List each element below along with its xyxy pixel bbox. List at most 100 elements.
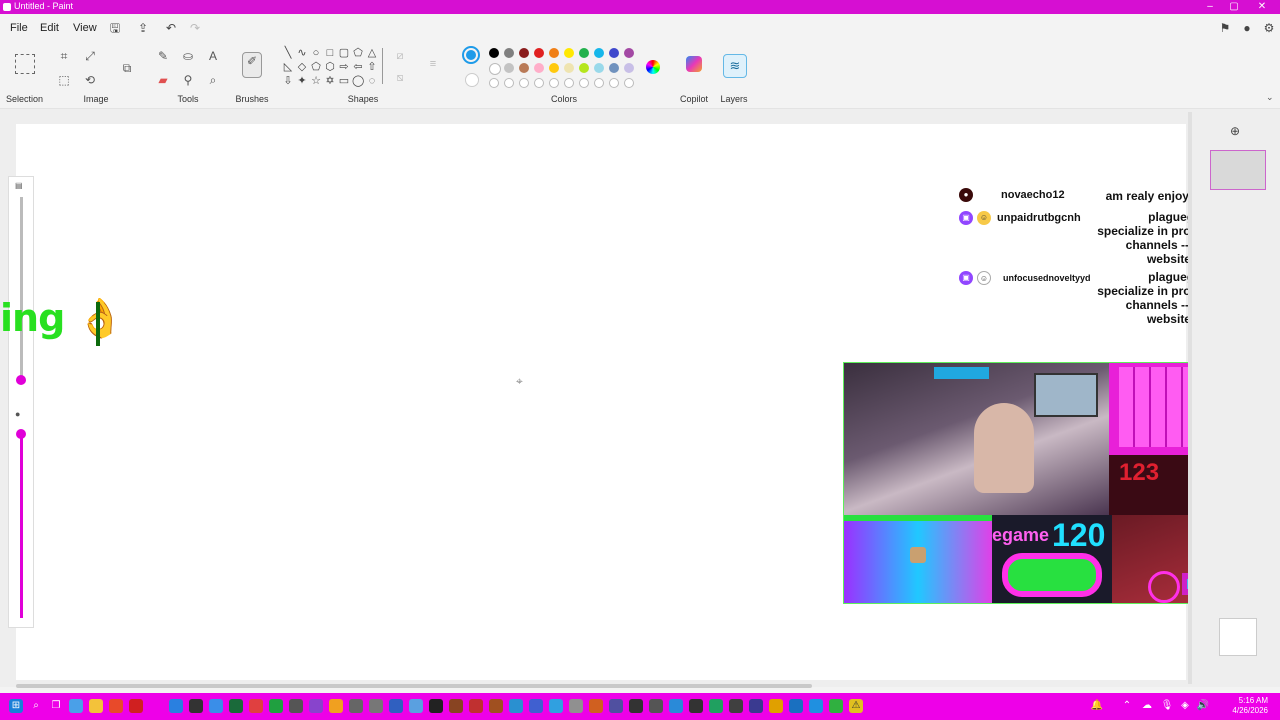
layers-icon[interactable]: ≋ [723, 54, 747, 78]
network-icon[interactable]: ◈ [1178, 699, 1192, 713]
app-icon-7[interactable] [249, 699, 263, 713]
fill-icon[interactable]: ⛀ [180, 48, 196, 64]
paint-taskbar-icon[interactable] [209, 699, 223, 713]
app-icon-20[interactable] [509, 699, 523, 713]
pencil-icon[interactable]: ✎ [155, 48, 171, 64]
app-icon-4[interactable] [169, 699, 183, 713]
menu-view[interactable]: View [73, 22, 97, 34]
app-icon-21[interactable] [529, 699, 543, 713]
custom-color-slot[interactable] [594, 78, 604, 88]
tray-expand-icon[interactable]: ⌃ [1120, 699, 1134, 713]
star-shape-icon[interactable]: ☆ [310, 75, 322, 87]
app-icon-2[interactable] [109, 699, 123, 713]
palette-swatch[interactable] [549, 63, 559, 73]
oval-callout-shape-icon[interactable]: ◯ [352, 75, 364, 87]
palette-swatch[interactable] [609, 63, 619, 73]
text-icon[interactable]: A [205, 48, 221, 64]
left-arrow-shape-icon[interactable]: ⇦ [352, 61, 364, 73]
rectangle-shape-icon[interactable]: □ [324, 47, 336, 59]
app-icon-19[interactable] [489, 699, 503, 713]
volume-icon[interactable]: 🔊 [1196, 699, 1210, 713]
primary-color-indicator[interactable] [462, 46, 480, 64]
app-icon-23[interactable] [569, 699, 583, 713]
app-icon-6[interactable] [229, 699, 243, 713]
layer-thumbnail[interactable] [1210, 150, 1266, 190]
app-icon-26[interactable] [629, 699, 643, 713]
palette-swatch[interactable] [579, 48, 589, 58]
resize-icon[interactable]: ⤢ [82, 48, 98, 64]
four-point-star-shape-icon[interactable]: ✦ [296, 75, 308, 87]
settings-icon[interactable]: ⚙ [1262, 21, 1276, 35]
file-explorer-icon[interactable] [89, 699, 103, 713]
undo-icon[interactable]: ↶ [164, 21, 178, 35]
palette-swatch[interactable] [504, 63, 514, 73]
pentagon-shape-icon[interactable]: ⬠ [310, 61, 322, 73]
add-layer-icon[interactable]: ⊕ [1230, 124, 1240, 138]
palette-swatch[interactable] [489, 63, 501, 75]
app-icon-27[interactable] [649, 699, 663, 713]
share-icon[interactable]: ⇪ [136, 21, 150, 35]
custom-color-slot[interactable] [564, 78, 574, 88]
rotate-icon[interactable]: ⟲ [82, 72, 98, 88]
slider-thumb-opacity[interactable] [16, 429, 26, 439]
custom-color-slot[interactable] [609, 78, 619, 88]
palette-swatch[interactable] [564, 48, 574, 58]
right-triangle-shape-icon[interactable]: ◺ [282, 61, 294, 73]
magnifier-icon[interactable]: ⌕ [205, 72, 221, 88]
feedback-icon[interactable]: ⚑ [1218, 21, 1232, 35]
shape-fill-icon[interactable]: ⧅ [394, 72, 406, 84]
down-arrow-shape-icon[interactable]: ⇩ [282, 75, 294, 87]
system-clock[interactable]: 5:16 AM 4/26/2026 [1232, 696, 1268, 716]
palette-swatch[interactable] [534, 63, 544, 73]
menu-edit[interactable]: Edit [40, 22, 59, 34]
palette-swatch[interactable] [534, 48, 544, 58]
image-select-icon[interactable]: ⬚ [56, 72, 72, 88]
curve-shape-icon[interactable]: ∿ [296, 47, 308, 59]
ribbon-collapse-icon[interactable]: ⌄ [1266, 92, 1274, 103]
vertical-scrollbar[interactable] [1188, 112, 1192, 684]
brush-size-slider[interactable]: ▤ ● [8, 176, 34, 628]
app-icon-22[interactable] [549, 699, 563, 713]
app-icon-16[interactable] [429, 699, 443, 713]
account-icon[interactable]: ● [1240, 21, 1254, 35]
palette-swatch[interactable] [594, 63, 604, 73]
up-arrow-shape-icon[interactable]: ⇧ [366, 61, 378, 73]
app-icon-34[interactable] [789, 699, 803, 713]
close-icon[interactable]: ✕ [1250, 0, 1274, 14]
palette-swatch[interactable] [519, 63, 529, 73]
palette-swatch[interactable] [624, 63, 634, 73]
microphone-icon[interactable]: 🎙 [1160, 699, 1174, 713]
redo-icon[interactable]: ↷ [188, 21, 202, 35]
app-icon-3[interactable] [129, 699, 143, 713]
crop-icon[interactable]: ⌗ [56, 48, 72, 64]
six-point-star-shape-icon[interactable]: ✡ [324, 75, 336, 87]
custom-color-slot[interactable] [489, 78, 499, 88]
copilot-icon[interactable] [686, 56, 702, 72]
hexagon-shape-icon[interactable]: ⬡ [324, 61, 336, 73]
custom-color-slot[interactable] [504, 78, 514, 88]
app-icon-14[interactable] [389, 699, 403, 713]
palette-swatch[interactable] [579, 63, 589, 73]
rounded-rectangle-shape-icon[interactable]: ▢ [338, 47, 350, 59]
app-icon-17[interactable] [449, 699, 463, 713]
eraser-icon[interactable]: ▰ [155, 72, 171, 88]
app-icon-29[interactable] [689, 699, 703, 713]
shape-outline-icon[interactable]: ⧄ [394, 50, 406, 62]
horizontal-scrollbar[interactable] [16, 684, 812, 688]
warning-icon[interactable]: ⚠ [849, 699, 863, 713]
app-icon-25[interactable] [609, 699, 623, 713]
selection-icon[interactable] [15, 54, 35, 74]
cloud-callout-shape-icon[interactable]: ◌ [366, 75, 378, 87]
edit-colors-icon[interactable] [646, 60, 660, 74]
oval-shape-icon[interactable]: ○ [310, 47, 322, 59]
custom-color-slot[interactable] [519, 78, 529, 88]
background-layer-thumbnail[interactable] [1219, 618, 1257, 656]
palette-swatch[interactable] [549, 48, 559, 58]
triangle-shape-icon[interactable]: △ [366, 47, 378, 59]
minimize-icon[interactable]: – [1198, 0, 1222, 14]
app-icon-13[interactable] [369, 699, 383, 713]
polygon-shape-icon[interactable]: ⬠ [352, 47, 364, 59]
brush-icon[interactable]: ✐ [242, 52, 262, 78]
maximize-icon[interactable]: ▢ [1222, 0, 1246, 14]
app-icon-30[interactable] [709, 699, 723, 713]
